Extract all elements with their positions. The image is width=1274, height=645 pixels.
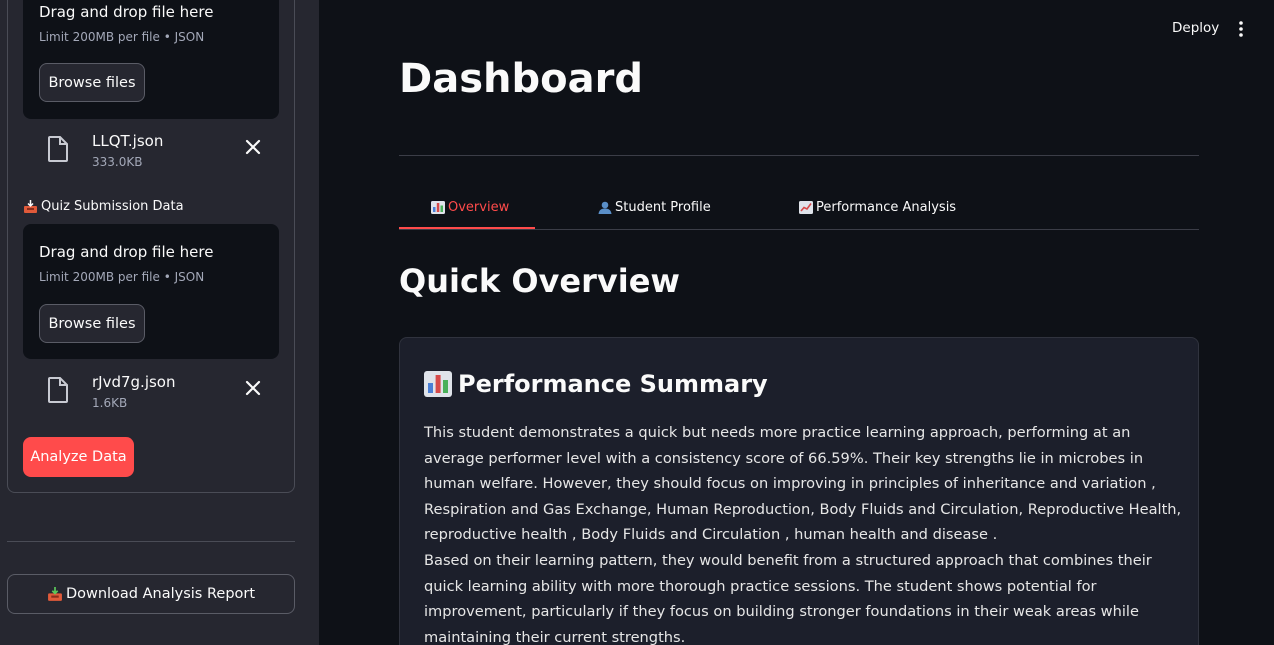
summary-paragraph-2: Based on their learning pattern, they wo… xyxy=(424,551,1152,645)
file-size: 333.0KB xyxy=(92,155,143,169)
title-divider xyxy=(399,155,1199,156)
sidebar-divider xyxy=(7,541,295,542)
tab-bar: Overview Student Profile Performance Ana… xyxy=(399,190,1199,230)
card-title-text: Performance Summary xyxy=(458,370,768,398)
inbox-tray-icon xyxy=(24,199,37,213)
dropzone-limit: Limit 200MB per file • JSON xyxy=(39,270,205,284)
dropzone-limit: Limit 200MB per file • JSON xyxy=(39,30,205,44)
card-title: Performance Summary xyxy=(424,370,768,398)
file-name: rJvd7g.json xyxy=(92,373,176,391)
tab-label: Student Profile xyxy=(615,200,711,215)
quiz-submission-label: Quiz Submission Data xyxy=(23,199,184,214)
quiz-submission-text: Quiz Submission Data xyxy=(41,199,184,214)
performance-summary-card: Performance Summary This student demonst… xyxy=(399,337,1199,645)
more-options-icon[interactable] xyxy=(1236,20,1246,38)
tab-overview[interactable]: Overview xyxy=(431,200,509,215)
deploy-button[interactable]: Deploy xyxy=(1172,20,1219,36)
person-icon xyxy=(598,201,612,214)
tab-student-profile[interactable]: Student Profile xyxy=(598,200,711,215)
dropzone-title: Drag and drop file here xyxy=(39,3,214,21)
file-name: LLQT.json xyxy=(92,132,164,150)
summary-paragraph-1: This student demonstrates a quick but ne… xyxy=(424,424,1182,544)
file-icon xyxy=(48,136,68,162)
section-title: Quick Overview xyxy=(399,262,680,300)
file-dropzone-2[interactable]: Drag and drop file here Limit 200MB per … xyxy=(23,224,279,359)
remove-file-icon[interactable] xyxy=(243,137,263,157)
analyze-data-button[interactable]: Analyze Data xyxy=(23,437,134,477)
bar-chart-icon xyxy=(424,371,452,397)
tab-performance-analysis[interactable]: Performance Analysis xyxy=(799,200,956,215)
tab-label: Overview xyxy=(448,200,510,215)
active-tab-indicator xyxy=(399,227,535,229)
sidebar: Drag and drop file here Limit 200MB per … xyxy=(0,0,319,645)
download-report-button[interactable]: Download Analysis Report xyxy=(7,574,295,614)
page-title: Dashboard xyxy=(399,56,643,102)
dropzone-title: Drag and drop file here xyxy=(39,243,214,261)
tab-label: Performance Analysis xyxy=(816,200,957,215)
file-icon xyxy=(48,377,68,403)
browse-files-button[interactable]: Browse files xyxy=(39,63,145,102)
browse-files-button[interactable]: Browse files xyxy=(39,304,145,343)
file-size: 1.6KB xyxy=(92,396,128,410)
uploaded-file-1: LLQT.json 333.0KB xyxy=(23,132,279,182)
card-body: This student demonstrates a quick but ne… xyxy=(424,420,1184,645)
remove-file-icon[interactable] xyxy=(243,378,263,398)
bar-chart-icon xyxy=(431,201,445,214)
uploaded-file-2: rJvd7g.json 1.6KB xyxy=(23,373,279,423)
download-report-label: Download Analysis Report xyxy=(65,586,256,602)
trend-up-icon xyxy=(799,201,813,214)
inbox-tray-icon xyxy=(48,586,62,601)
file-dropzone-1[interactable]: Drag and drop file here Limit 200MB per … xyxy=(23,0,279,119)
